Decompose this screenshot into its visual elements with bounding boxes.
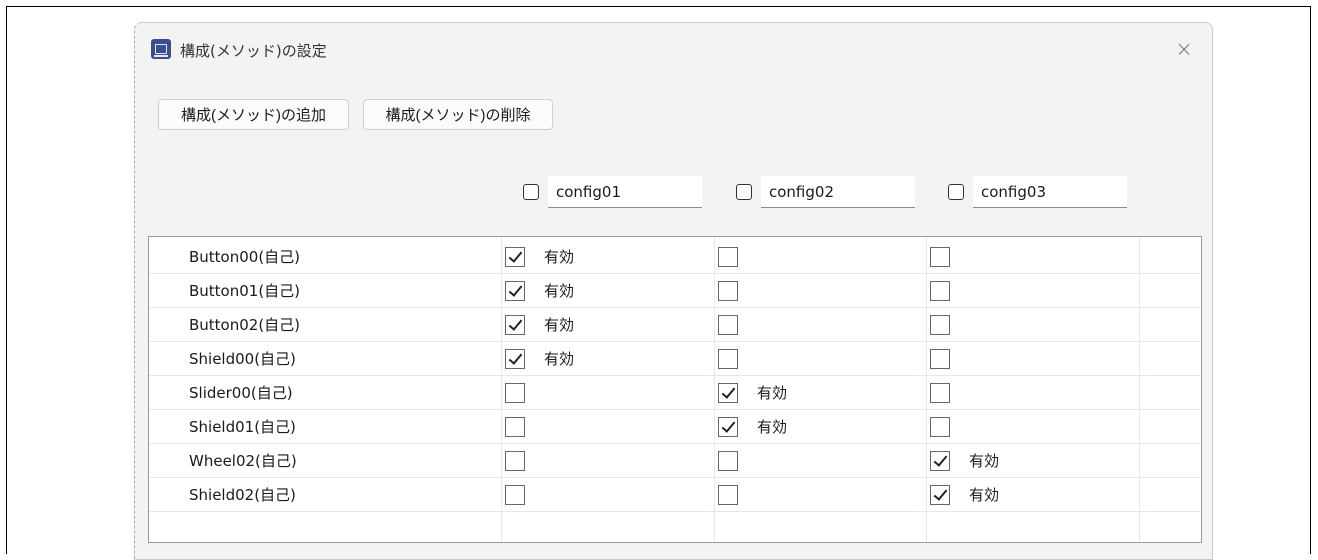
table-row: Shield00(自己) 有効 [149,342,1201,376]
row-name: Button01(自己) [189,282,301,300]
close-icon[interactable]: × [1170,35,1198,63]
table-row: Button02(自己) 有効 [149,308,1201,342]
enable-checkbox[interactable] [505,281,525,301]
config-select-checkbox[interactable] [523,184,539,200]
enabled-label: 有効 [544,282,575,300]
table-row: Button01(自己) 有効 [149,274,1201,308]
enable-checkbox[interactable] [505,417,525,437]
enable-checkbox[interactable] [718,383,738,403]
enable-checkbox[interactable] [930,451,950,471]
row-name: Shield02(自己) [189,486,296,504]
enabled-label: 有効 [544,248,575,266]
table-row: Slider00(自己) 有効 [149,376,1201,410]
enable-checkbox[interactable] [930,349,950,369]
enable-checkbox[interactable] [505,451,525,471]
enable-checkbox[interactable] [718,247,738,267]
enable-checkbox[interactable] [718,349,738,369]
table-row: Shield01(自己) 有効 [149,410,1201,444]
enable-checkbox[interactable] [718,451,738,471]
enabled-label: 有効 [969,486,1000,504]
enable-checkbox[interactable] [930,417,950,437]
row-name: Shield00(自己) [189,350,296,368]
enable-checkbox[interactable] [505,315,525,335]
row-name: Wheel02(自己) [189,452,297,470]
enable-checkbox[interactable] [718,485,738,505]
config-dialog: 構成(メソッド)の設定 × 構成(メソッド)の追加 構成(メソッド)の削除 Bu… [134,22,1213,560]
enable-checkbox[interactable] [505,247,525,267]
dialog-title: 構成(メソッド)の設定 [180,42,327,60]
title-bar: 構成(メソッド)の設定 × [135,23,1212,77]
row-name: Slider00(自己) [189,384,293,402]
assignment-table: Button00(自己) 有効 Button01(自己) 有効 Button02(自己)… [148,236,1202,543]
config-name-input[interactable] [548,176,702,208]
row-name: Button02(自己) [189,316,301,334]
table-row: Wheel02(自己) 有効 [149,444,1201,478]
enabled-label: 有効 [544,316,575,334]
app-chip-icon [151,39,171,59]
enabled-label: 有効 [757,418,788,436]
config-name-input[interactable] [761,176,915,208]
config-select-checkbox[interactable] [948,184,964,200]
config-name-input[interactable] [973,176,1127,208]
table-row: Shield02(自己) 有効 [149,478,1201,512]
enable-checkbox[interactable] [505,383,525,403]
row-name: Shield01(自己) [189,418,296,436]
enabled-label: 有効 [969,452,1000,470]
enabled-label: 有効 [544,350,575,368]
enable-checkbox[interactable] [930,247,950,267]
enable-checkbox[interactable] [718,417,738,437]
add-config-button[interactable]: 構成(メソッド)の追加 [158,99,349,130]
enable-checkbox[interactable] [930,383,950,403]
enable-checkbox[interactable] [930,315,950,335]
row-name: Button00(自己) [189,248,301,266]
enable-checkbox[interactable] [505,349,525,369]
enabled-label: 有効 [757,384,788,402]
config-select-checkbox[interactable] [736,184,752,200]
delete-config-button[interactable]: 構成(メソッド)の削除 [363,99,553,130]
table-row: Button00(自己) 有効 [149,240,1201,274]
enable-checkbox[interactable] [930,485,950,505]
enable-checkbox[interactable] [718,315,738,335]
enable-checkbox[interactable] [505,485,525,505]
enable-checkbox[interactable] [718,281,738,301]
enable-checkbox[interactable] [930,281,950,301]
